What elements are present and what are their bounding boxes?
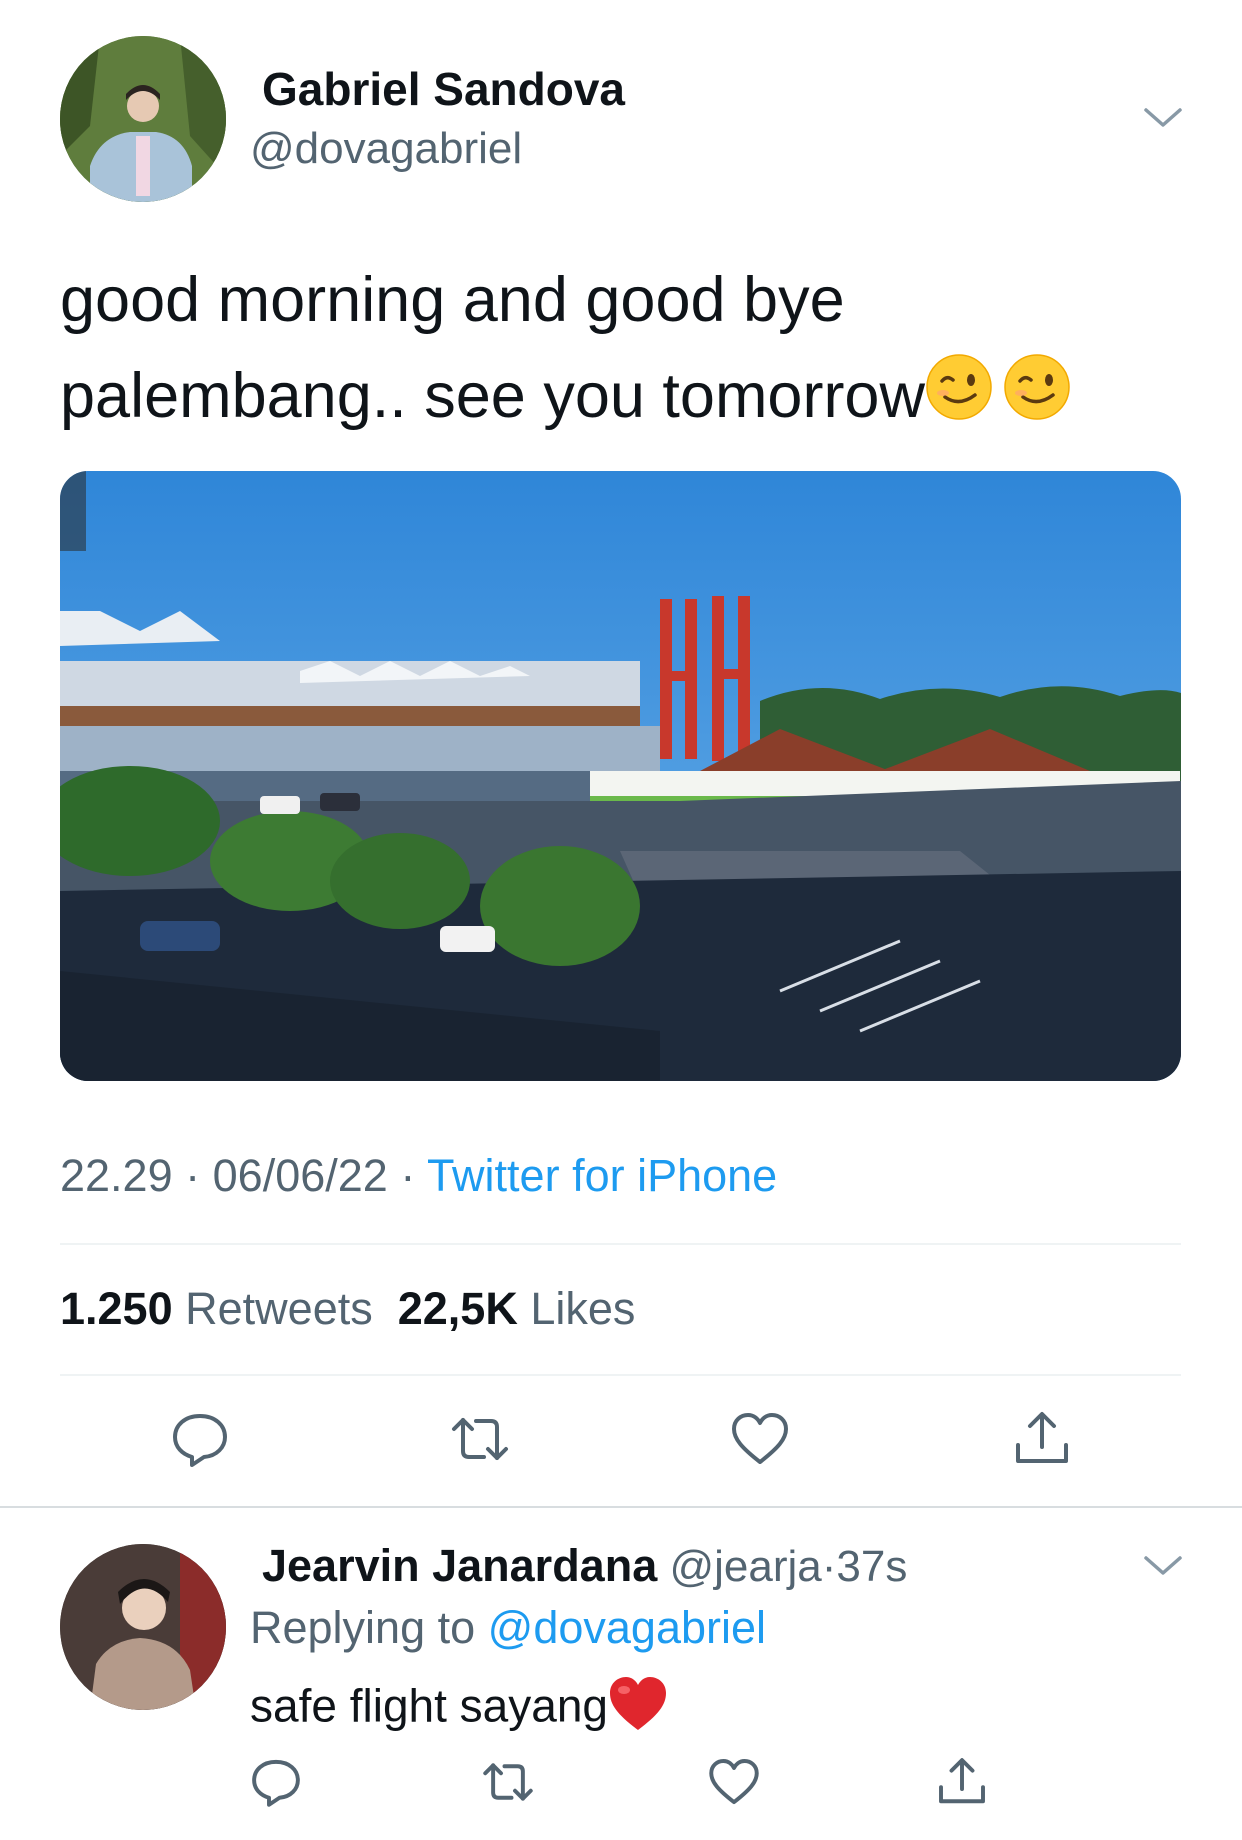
tweet-date: 06/06/22 [212,1150,388,1201]
reply-separator: · [821,1542,837,1591]
chevron-down-icon[interactable] [1140,1542,1186,1588]
like-icon[interactable] [728,1407,792,1471]
meta-separator: · [400,1150,416,1201]
retweet-icon[interactable] [448,1407,512,1471]
likes-count: 22,5K [397,1283,518,1334]
share-icon[interactable] [1010,1407,1074,1471]
divider [0,1506,1242,1508]
red-heart-icon [608,1675,668,1744]
like-icon[interactable] [706,1754,762,1810]
reply-text: safe flight sayang [250,1675,668,1744]
reply-time: 37s [836,1542,908,1591]
reply-icon[interactable] [168,1407,232,1471]
author-avatar[interactable] [60,36,226,202]
tweet-text: good morning and good bye palembang.. se… [60,252,1180,448]
reply-author-name[interactable]: Jearvin Janardana [262,1540,657,1591]
retweets-stat[interactable]: 1.250 Retweets [60,1283,373,1334]
retweet-icon[interactable] [480,1754,536,1810]
likes-label: Likes [530,1283,636,1334]
author-name[interactable]: Gabriel Sandova [262,62,625,116]
chevron-down-icon[interactable] [1140,94,1186,140]
reply-text-content: safe flight sayang [250,1679,609,1732]
reply-icon[interactable] [248,1754,304,1810]
share-icon[interactable] [934,1754,990,1810]
replying-to: Replying to @dovagabriel [250,1602,766,1654]
tweet-source-link[interactable]: Twitter for iPhone [427,1150,777,1201]
reply-header: Jearvin Janardana @jearja·37s [262,1540,907,1592]
tweet-stats: 1.250 Retweets 22,5K Likes [60,1283,635,1335]
divider [60,1243,1181,1245]
tweet-text-line-2-text: palembang.. see you tomorrow [60,361,925,431]
tweet-text-line-1: good morning and good bye [60,265,845,335]
likes-stat[interactable]: 22,5K Likes [398,1283,636,1334]
winking-face-icon [1003,352,1071,448]
tweet-photo[interactable] [60,471,1181,1081]
replying-to-label: Replying to [250,1602,476,1653]
author-handle[interactable]: @dovagabriel [250,124,522,174]
reply-author-handle[interactable]: @jearja [669,1542,821,1591]
tweet-time: 22.29 [60,1150,173,1201]
reply-author-avatar[interactable] [60,1544,226,1710]
tweet-meta: 22.29 · 06/06/22 · Twitter for iPhone [60,1150,777,1202]
tweet-text-line-2: palembang.. see you tomorrow [60,348,1180,448]
divider [60,1374,1181,1376]
winking-face-icon [925,352,993,448]
retweets-label: Retweets [185,1283,373,1334]
retweets-count: 1.250 [60,1283,173,1334]
replying-to-mention[interactable]: @dovagabriel [488,1602,766,1653]
meta-separator: · [185,1150,201,1201]
